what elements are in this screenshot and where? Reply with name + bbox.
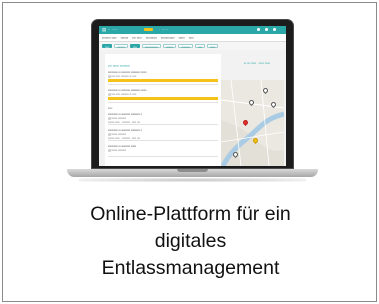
map-links: ● ▪▪▪ ▪▪▪▪▪ ▪▪▪▪▪ ▪▪▪▪▪: [244, 61, 270, 65]
list-subheading: ▪▪▪▪: [108, 106, 113, 110]
list-item: ▪▪▪▪▪▪▪▪▪ ▪▪ ▪▪▪▪▪▪▪▪ ▪▪▪▪▪▪▪▪▪ ▪ ▪▪▪▪▪▪…: [108, 112, 218, 125]
header-icon: [273, 28, 276, 31]
map-background: [221, 80, 284, 166]
laptop-notch: [177, 169, 208, 172]
platform-screenshot: ▤ ·· ···· · ····· ▪▪▪▪▪▪▪ ▪▪▪▪ ▪▪▪▪▪▪ ▪▪▪ …: [99, 26, 286, 166]
header-icon: [257, 28, 260, 31]
caption-line-1: Online-Plattform für ein: [90, 203, 291, 225]
caption-line-3: Entlassmanagement: [101, 257, 280, 279]
header-icon: [265, 28, 268, 31]
header-menu: · ·····: [159, 27, 169, 32]
list-item: ▪▪▪▪▪▪▪▪▪ ▪▪ ▪▪▪▪▪▪▪▪ ▪▪▪▪▪ ▪▪▪▪▪▪ ▪▪▪▪▪…: [108, 144, 218, 157]
result-list: ▪▪▪ ▪▪▪▪▪ ▪▪▪▪▪▪▪▪ ▪▪▪▪▪▪▪▪▪ ▪▪ ▪▪▪▪▪▪▪▪…: [105, 54, 221, 166]
laptop-base: [67, 169, 318, 177]
laptop-shadow: [79, 178, 306, 182]
filter-bar: ▪▪▪▪ ▪▪▪▪▪▪▪ ▪▪▪▪ ▪▪▪▪▪▪▪▪▪▪▪▪ ▪▪▪▪▪▪▪ ▪▪▪▪▪▪…: [99, 42, 286, 50]
caption-line-2: digitales: [154, 230, 227, 252]
list-item: ▪▪▪▪▪▪▪▪▪ ▪▪ ▪▪▪▪▪▪▪▪ ▪▪▪▪▪▪▪▪▪ ▪▪▪▪▪ ▪▪…: [108, 70, 218, 85]
app-logo: ▤ ·· ····: [102, 27, 118, 32]
list-item: ▪▪▪▪▪▪▪▪▪ ▪▪ ▪▪▪▪▪▪▪▪ ▪▪▪▪▪▪▪▪▪ ▪▪▪▪▪ ▪▪…: [108, 88, 218, 103]
laptop-icon: ▤ ·· ···· · ····· ▪▪▪▪▪▪▪ ▪▪▪▪ ▪▪▪▪▪▪ ▪▪▪ …: [3, 3, 378, 203]
product-card[interactable]: ▤ ·· ···· · ····· ▪▪▪▪▪▪▪ ▪▪▪▪ ▪▪▪▪▪▪ ▪▪▪ …: [2, 2, 377, 302]
header-badge: [144, 28, 153, 31]
laptop-lid: ▤ ·· ···· · ····· ▪▪▪▪▪▪▪ ▪▪▪▪ ▪▪▪▪▪▪ ▪▪▪ …: [91, 19, 294, 169]
list-title: ▪▪▪ ▪▪▪▪▪ ▪▪▪▪▪▪▪▪: [108, 64, 130, 68]
card-caption: Online-Plattform für ein digitales Entla…: [3, 201, 378, 282]
patient-bar: ▪▪▪▪▪▪▪ ▪▪▪▪ ▪▪▪▪▪▪ ▪▪▪ ▪▪▪▪ ▪▪▪▪▪▪▪▪▪ ▪▪▪▪▪…: [99, 34, 286, 42]
map-view: [221, 80, 284, 166]
list-item: ▪▪▪▪▪▪▪▪▪ ▪▪ ▪▪▪▪▪▪▪▪ ▪▪▪▪▪▪▪▪▪ ▪ ▪▪▪▪▪▪…: [108, 128, 218, 141]
main-content: ▪▪▪ ▪▪ ▪▪▪ ▪▪ ▪▪▪▪▪ ▪ ▪▪ ▪▪▪▪▪ ▪▪ ▪▪ ▪▪▪▪ ▪▪▪…: [99, 51, 286, 166]
app-header: ▤ ·· ···· · ·····: [99, 26, 286, 34]
